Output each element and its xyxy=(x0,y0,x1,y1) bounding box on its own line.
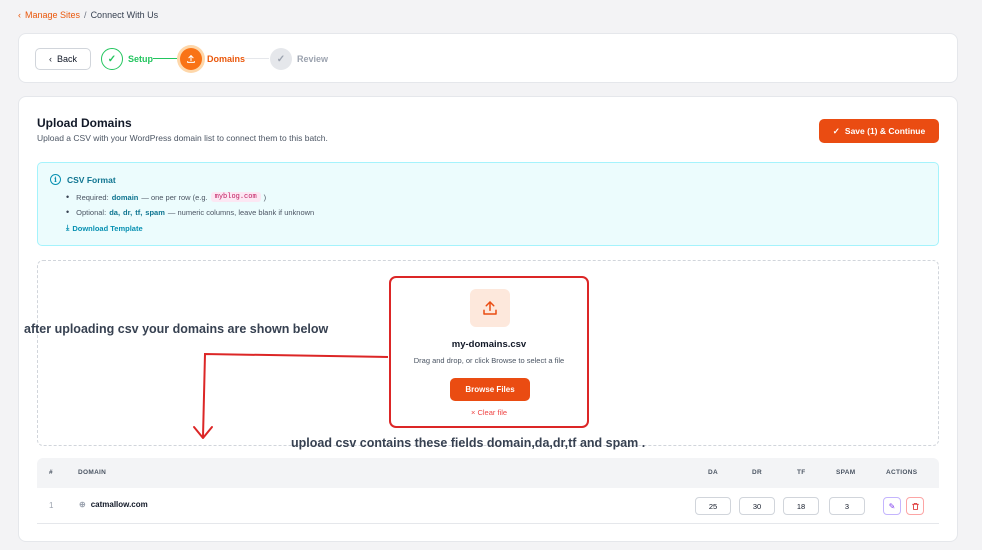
col-dr: DR xyxy=(752,469,762,476)
browse-files-button[interactable]: Browse Files xyxy=(450,378,530,401)
col-da: DA xyxy=(708,469,718,476)
col-num: # xyxy=(49,469,53,476)
back-button[interactable]: ‹ Back xyxy=(35,48,91,70)
spam-input[interactable]: 3 xyxy=(829,497,865,515)
breadcrumb-current: Connect With Us xyxy=(90,10,159,20)
stepper-card: ‹ Back ✓ Setup Domains ✓ Review xyxy=(18,33,958,83)
domains-table: # DOMAIN DA DR TF SPAM ACTIONS 1 ⊕ catma… xyxy=(37,458,939,524)
col-tf: TF xyxy=(797,469,806,476)
step-connector xyxy=(153,58,179,59)
globe-icon: ⊕ xyxy=(79,500,86,509)
clear-file-link[interactable]: × Clear file xyxy=(391,408,587,417)
step-connector xyxy=(245,58,269,59)
table-row: 1 ⊕ catmallow.com 25 30 18 3 ✎ xyxy=(37,488,939,524)
bullet-icon: • xyxy=(66,207,70,217)
row-number: 1 xyxy=(49,501,54,510)
upload-icon xyxy=(470,289,510,327)
download-icon: ⤓ xyxy=(66,223,70,232)
file-dropzone[interactable]: my-domains.csv Drag and drop, or click B… xyxy=(37,260,939,446)
info-icon: i xyxy=(50,174,61,185)
tf-input[interactable]: 18 xyxy=(783,497,819,515)
csv-optional-line: • Optional: da, dr, tf, spam — numeric c… xyxy=(66,207,315,217)
upload-icon xyxy=(180,48,202,70)
table-header: # DOMAIN DA DR TF SPAM ACTIONS xyxy=(37,458,939,488)
chevron-left-icon: ‹ xyxy=(48,54,52,64)
breadcrumb: ‹ Manage Sites / Connect With Us xyxy=(18,10,158,20)
step-label: Domains xyxy=(207,54,246,64)
uploaded-file-panel: my-domains.csv Drag and drop, or click B… xyxy=(389,276,589,428)
col-spam: SPAM xyxy=(836,469,856,476)
col-actions: ACTIONS xyxy=(886,469,918,476)
step-label: Review xyxy=(297,54,329,64)
csv-required-line: • Required: domain — one per row (e.g. m… xyxy=(66,192,267,202)
page-title: Upload Domains xyxy=(37,116,132,130)
bullet-icon: • xyxy=(66,192,70,202)
step-label: Setup xyxy=(128,54,154,64)
check-icon: ✓ xyxy=(832,125,840,136)
check-icon: ✓ xyxy=(270,48,292,70)
dr-input[interactable]: 30 xyxy=(739,497,775,515)
dropzone-hint: Drag and drop, or click Browse to select… xyxy=(413,356,565,365)
edit-icon[interactable]: ✎ xyxy=(883,497,901,515)
file-name: my-domains.csv xyxy=(451,339,527,350)
close-icon: × xyxy=(470,408,476,417)
step-review: ✓ Review xyxy=(270,48,328,70)
csv-format-info: i CSV Format • Required: domain — one pe… xyxy=(37,162,939,246)
save-continue-button[interactable]: ✓ Save (1) & Continue xyxy=(819,119,939,143)
step-setup: ✓ Setup xyxy=(101,48,153,70)
step-domains: Domains xyxy=(180,48,245,70)
breadcrumb-link-manage-sites[interactable]: ‹ Manage Sites xyxy=(18,10,80,20)
breadcrumb-separator: / xyxy=(84,10,87,20)
example-code: myblog.com xyxy=(210,192,261,202)
da-input[interactable]: 25 xyxy=(695,497,731,515)
annotation-note: upload csv contains these fields domain,… xyxy=(291,436,646,450)
chevron-left-icon: ‹ xyxy=(18,10,21,20)
page-subtitle: Upload a CSV with your WordPress domain … xyxy=(37,133,328,143)
download-template-link[interactable]: ⤓ Download Template xyxy=(66,223,143,233)
annotation-note: after uploading csv your domains are sho… xyxy=(24,322,329,336)
row-domain: ⊕ catmallow.com xyxy=(79,500,148,509)
check-icon: ✓ xyxy=(101,48,123,70)
csv-format-heading: i CSV Format xyxy=(50,174,116,185)
trash-icon[interactable] xyxy=(906,497,924,515)
col-domain: DOMAIN xyxy=(78,469,107,476)
